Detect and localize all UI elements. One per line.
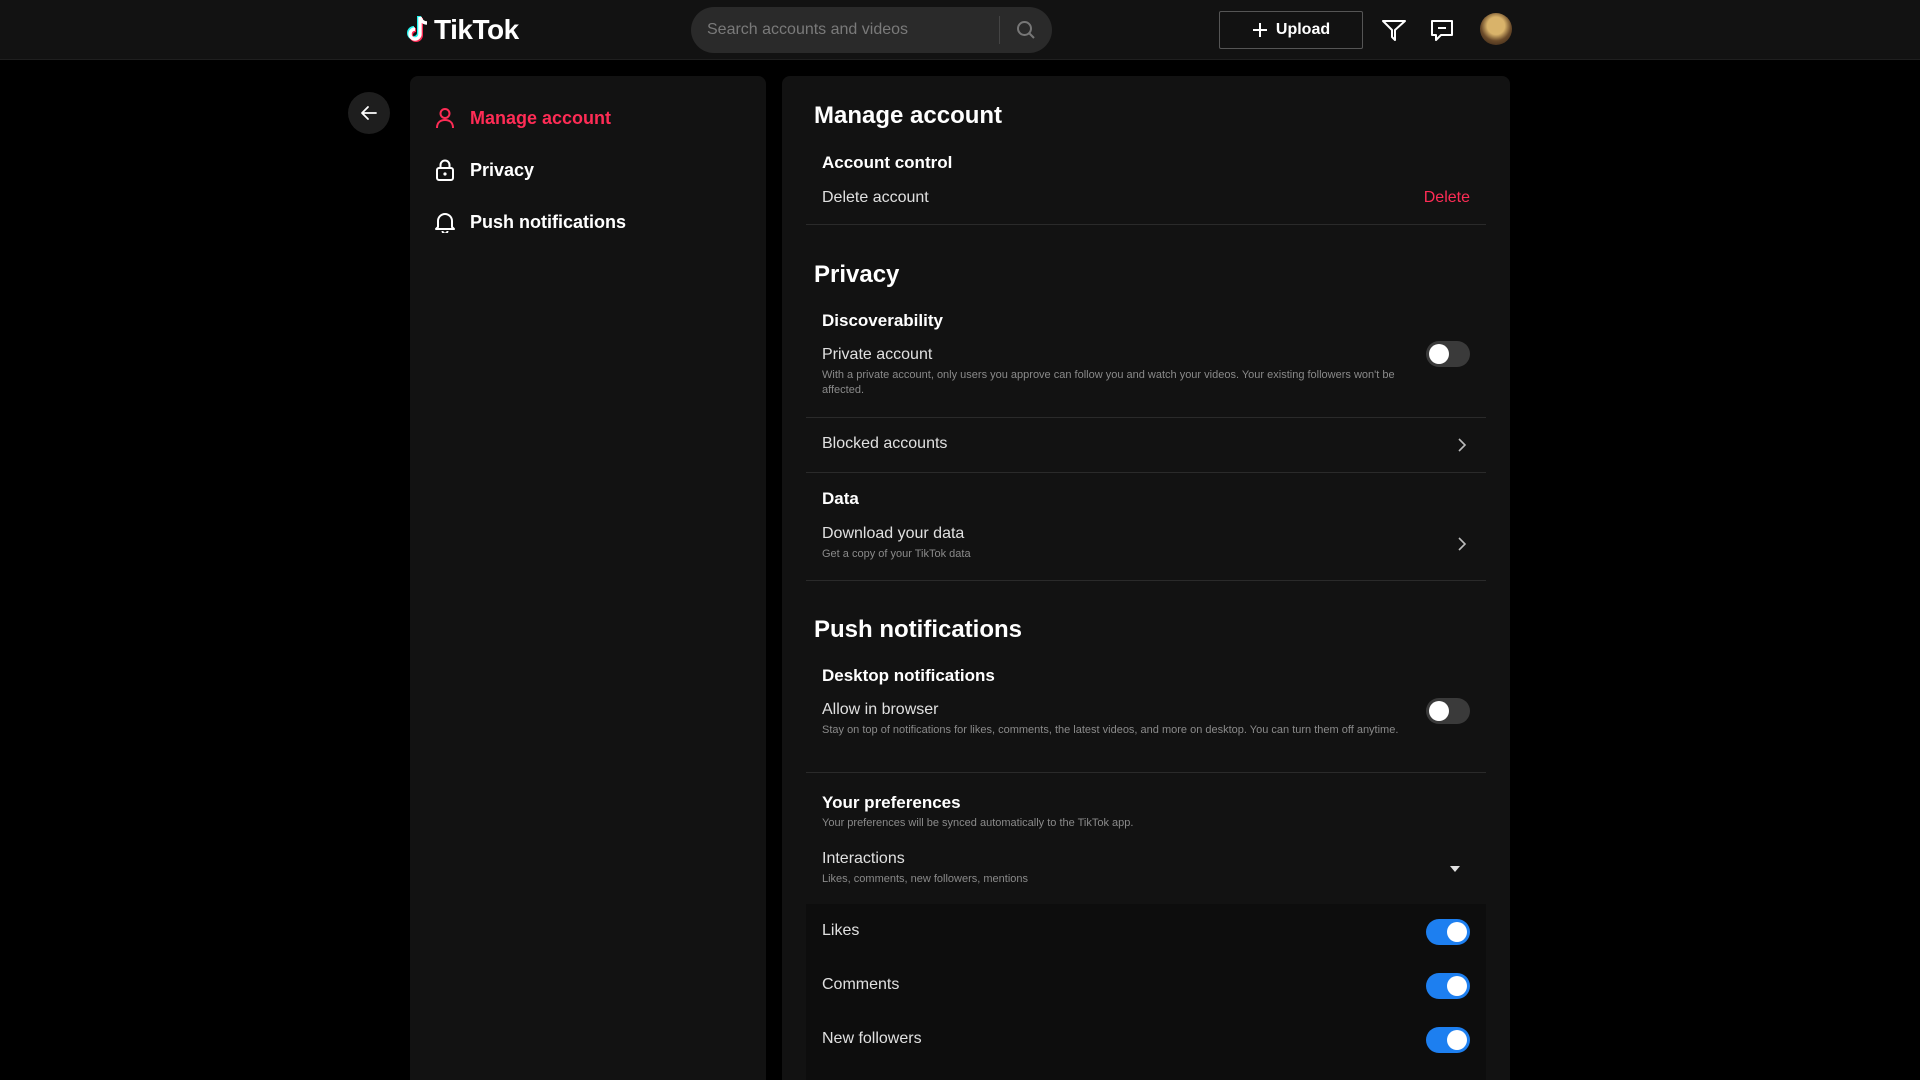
message-icon: [1431, 20, 1453, 41]
back-button[interactable]: [348, 92, 390, 134]
allow-in-browser-toggle[interactable]: [1426, 698, 1470, 724]
new-followers-toggle[interactable]: [1426, 1027, 1470, 1053]
sidebar-item-label: Push notifications: [470, 211, 627, 232]
likes-toggle[interactable]: [1426, 919, 1470, 945]
search-input[interactable]: [691, 7, 999, 53]
interactions-panel: [806, 904, 1486, 1080]
sidebar-item-privacy[interactable]: Privacy: [434, 153, 534, 187]
delete-account-label: Delete account: [822, 189, 929, 206]
upload-button[interactable]: Upload: [1219, 11, 1363, 49]
interactions-label[interactable]: Interactions: [822, 850, 905, 868]
likes-label: Likes: [822, 922, 860, 939]
divider: [806, 472, 1486, 473]
search-icon: [1017, 21, 1035, 39]
private-account-toggle[interactable]: [1426, 341, 1470, 367]
sidebar-item-label: Manage account: [470, 107, 612, 128]
tiktok-logo[interactable]: TikTok: [404, 14, 519, 46]
divider: [806, 580, 1486, 581]
section-title-manage-account: Manage account: [814, 102, 1003, 129]
section-title-privacy: Privacy: [814, 261, 900, 288]
comments-label: Comments: [822, 976, 900, 993]
download-data-label[interactable]: Download your data: [822, 525, 964, 543]
top-header: TikTok Upload: [0, 0, 1920, 60]
person-icon: [434, 107, 456, 129]
subsection-your-preferences: Your preferences: [822, 793, 961, 812]
private-account-label: Private account: [822, 346, 933, 363]
new-followers-label: New followers: [822, 1030, 922, 1047]
allow-in-browser-description: Stay on top of notifications for likes, …: [822, 724, 1399, 736]
search-button[interactable]: [1000, 7, 1052, 53]
sidebar-item-push-notifications[interactable]: Push notifications: [434, 205, 626, 239]
interactions-description: Likes, comments, new followers, mentions: [822, 873, 1029, 885]
your-preferences-description: Your preferences will be synced automati…: [822, 817, 1134, 829]
subsection-discoverability: Discoverability: [822, 311, 943, 330]
upload-label: Upload: [1275, 21, 1331, 38]
private-account-description: With a private account, only users you a…: [822, 369, 1395, 396]
settings-main: Manage account Account control Delete ac…: [782, 76, 1510, 1080]
messages-button[interactable]: [1426, 14, 1458, 46]
sidebar-item-label: Privacy: [470, 159, 535, 180]
chevron-down-icon[interactable]: [1450, 866, 1460, 872]
logo-text: TikTok: [434, 14, 519, 45]
allow-in-browser-label: Allow in browser: [822, 701, 939, 718]
bell-icon: [434, 211, 456, 233]
chevron-right-icon[interactable]: [1454, 536, 1470, 552]
send-icon: [1382, 20, 1406, 41]
lock-icon: [434, 159, 456, 181]
search-bar: [691, 7, 1052, 53]
divider: [806, 417, 1486, 418]
subsection-account-control: Account control: [822, 153, 953, 172]
subsection-data: Data: [822, 489, 859, 508]
avatar[interactable]: [1480, 13, 1512, 45]
sidebar-item-manage-account[interactable]: Manage account: [434, 101, 611, 135]
section-title-push-notifications: Push notifications: [814, 616, 1023, 643]
arrow-left-icon: [361, 106, 377, 120]
delete-account-link[interactable]: Delete: [1424, 189, 1470, 207]
comments-toggle[interactable]: [1426, 973, 1470, 999]
download-data-description: Get a copy of your TikTok data: [822, 548, 971, 560]
tiktok-logo-icon: [407, 16, 428, 42]
chevron-right-icon[interactable]: [1454, 437, 1470, 453]
subsection-desktop-notifications: Desktop notifications: [822, 666, 995, 685]
divider: [806, 224, 1486, 225]
settings-sidebar: Manage account Privacy Push notification…: [410, 76, 766, 1080]
plus-icon: [1252, 23, 1267, 37]
divider: [806, 772, 1486, 773]
inbox-button[interactable]: [1378, 14, 1410, 46]
blocked-accounts-label[interactable]: Blocked accounts: [822, 435, 947, 453]
